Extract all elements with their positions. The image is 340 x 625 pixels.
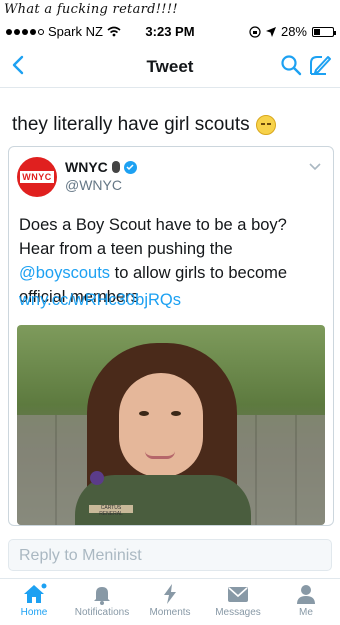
tab-home-label: Home — [20, 607, 48, 618]
reply-input[interactable]: Reply to Meninist — [8, 539, 332, 571]
quoted-avatar[interactable]: WNYC — [17, 157, 57, 197]
photo-smile — [145, 451, 175, 459]
compose-icon[interactable] — [308, 53, 332, 77]
tab-notifications[interactable]: Notifications — [68, 579, 136, 625]
scout-badge-icon — [90, 471, 104, 485]
tab-bar: Home Notifications Moments Messages Me — [0, 578, 340, 625]
tweet-text: they literally have girl scouts — [12, 114, 276, 136]
search-icon[interactable] — [280, 54, 302, 76]
tab-me-label: Me — [299, 607, 313, 618]
battery-percent: 28% — [280, 24, 307, 39]
tab-moments[interactable]: Moments — [136, 579, 204, 625]
tab-me[interactable]: Me — [272, 579, 340, 625]
person-icon — [297, 585, 315, 604]
bell-icon — [94, 587, 110, 605]
image-caption: What a fucking retard!!!! — [4, 2, 178, 17]
quoted-tweet[interactable]: WNYC WNYC @WNYC Does a Boy Scout have to… — [8, 146, 334, 526]
tweet-body: they literally have girl scouts — [12, 114, 250, 135]
quoted-url[interactable]: wny.cc/wRHc30bjRQs — [19, 291, 181, 310]
tab-notifications-label: Notifications — [74, 607, 130, 618]
status-right-group: 28% — [249, 24, 336, 39]
lock-rotation-icon — [249, 25, 261, 38]
quoted-display-name: WNYC — [65, 159, 108, 175]
tab-moments-label: Moments — [149, 607, 191, 618]
chevron-down-icon[interactable] — [309, 163, 321, 171]
tab-messages-label: Messages — [215, 607, 261, 618]
quoted-body-part1: Does a Boy Scout have to be a boy? Hear … — [19, 216, 287, 258]
quoted-name-row: WNYC — [65, 159, 137, 175]
location-arrow-icon — [265, 26, 276, 37]
home-icon — [24, 583, 47, 603]
battery-icon — [312, 26, 336, 37]
nav-bar: Tweet — [0, 44, 340, 88]
quoted-photo[interactable]: CARTUS RENERAL — [17, 325, 325, 525]
envelope-icon — [228, 587, 248, 602]
flushed-emoji-icon — [255, 115, 276, 135]
microphone-icon — [111, 161, 120, 173]
tab-messages[interactable]: Messages — [204, 579, 272, 625]
mention-link[interactable]: @boyscouts — [19, 264, 110, 282]
photo-eye-left — [139, 411, 149, 416]
uniform-name-strip: CARTUS RENERAL — [89, 505, 133, 517]
verified-badge-icon — [123, 160, 137, 174]
photo-eye-right — [171, 411, 181, 416]
avatar-logo-text: WNYC — [20, 171, 54, 183]
status-bar: Spark NZ 3:23 PM 28% — [0, 22, 340, 42]
lightning-icon — [164, 584, 176, 604]
quoted-handle: @WNYC — [65, 177, 122, 193]
tab-home[interactable]: Home — [0, 579, 68, 625]
photo-face — [119, 373, 203, 477]
